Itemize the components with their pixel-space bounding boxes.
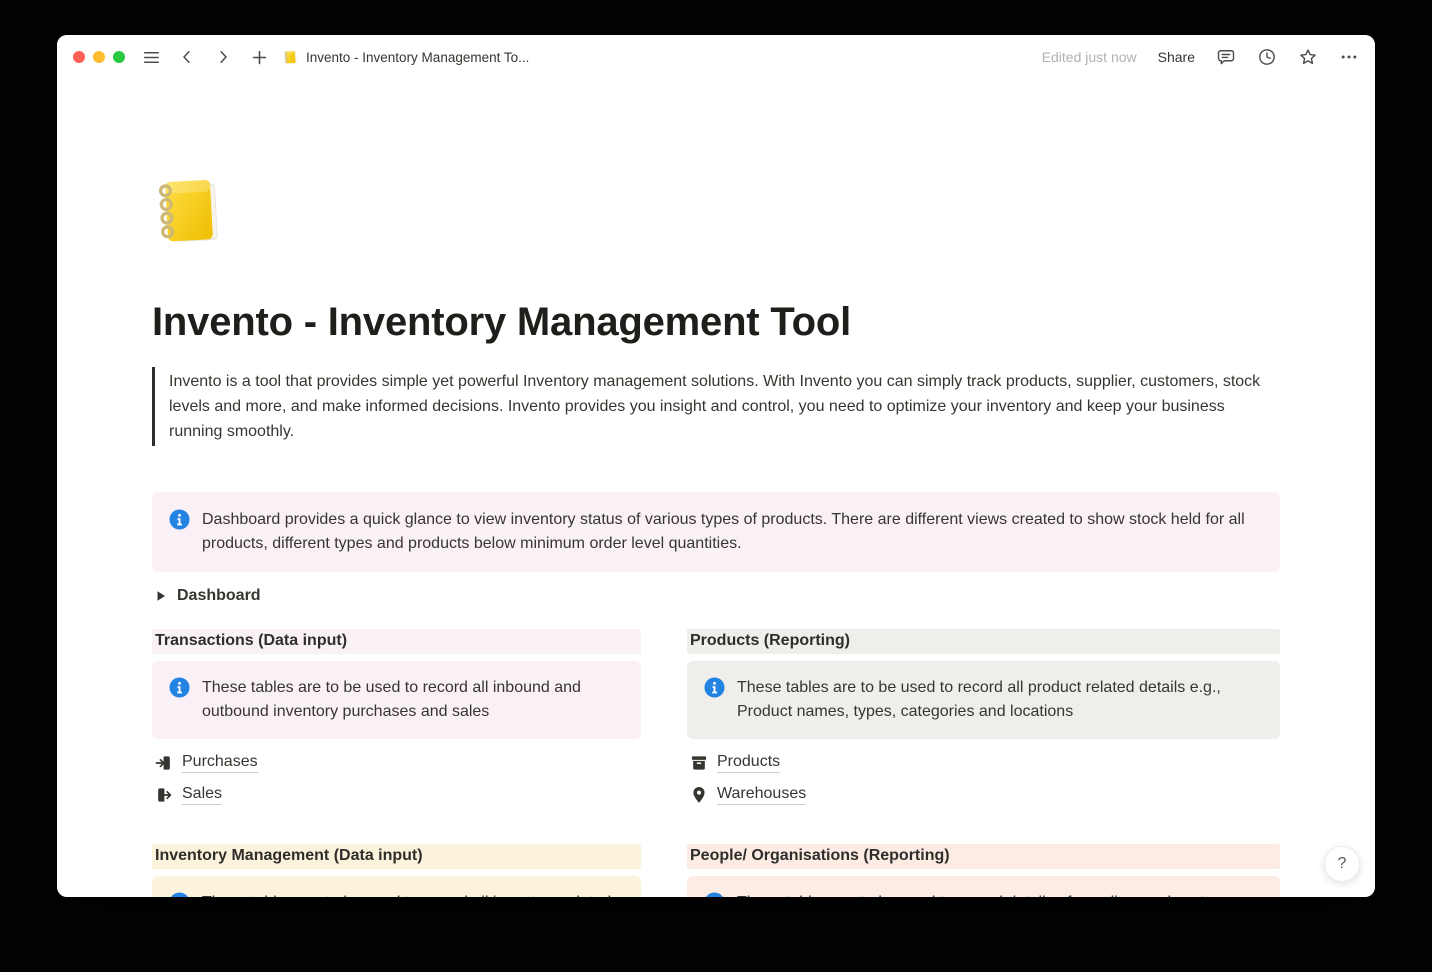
info-icon (704, 677, 725, 698)
page-link-warehouses[interactable]: Warehouses (687, 779, 1280, 811)
section-header-transactions: Transactions (Data input) (152, 629, 641, 654)
forward-chevron-icon[interactable] (213, 47, 233, 67)
dashboard-toggle-label: Dashboard (177, 587, 261, 605)
page-tab[interactable]: Invento - Inventory Management To... (283, 49, 529, 65)
archive-box-icon (689, 753, 709, 773)
traffic-lights (73, 51, 125, 63)
page-content: Invento - Inventory Management Tool Inve… (57, 79, 1375, 897)
people-organisations-callout: These tables are to be used to record de… (687, 876, 1280, 897)
comments-icon[interactable] (1216, 47, 1236, 67)
sidebar-toggle-icon[interactable] (141, 47, 161, 67)
page-link-sales[interactable]: Sales (152, 779, 641, 811)
edited-status: Edited just now (1042, 49, 1137, 65)
people-organisations-callout-text: These tables are to be used to record de… (737, 891, 1249, 897)
new-tab-plus-icon[interactable] (249, 47, 269, 67)
zoom-window-button[interactable] (113, 51, 125, 63)
back-chevron-icon[interactable] (177, 47, 197, 67)
share-button[interactable]: Share (1158, 49, 1195, 65)
favorite-star-icon[interactable] (1298, 47, 1318, 67)
more-options-ellipsis-icon[interactable] (1339, 47, 1359, 67)
section-header-people-organisations: People/ Organisations (Reporting) (687, 844, 1280, 869)
info-icon (704, 892, 725, 897)
dashboard-toggle[interactable]: Dashboard (152, 583, 1280, 609)
products-callout: These tables are to be used to record al… (687, 661, 1280, 739)
warehouses-link-label: Warehouses (717, 785, 806, 805)
updates-clock-icon[interactable] (1257, 47, 1277, 67)
products-link-label: Products (717, 753, 780, 773)
page-link-products[interactable]: Products (687, 747, 1280, 779)
minimize-window-button[interactable] (93, 51, 105, 63)
column-transactions: Transactions (Data input) These tables a… (152, 629, 641, 811)
help-button[interactable]: ? (1324, 846, 1360, 882)
dashboard-callout-text: Dashboard provides a quick glance to vie… (202, 508, 1264, 556)
column-people-organisations: People/ Organisations (Reporting) These … (687, 844, 1280, 897)
inventory-management-callout-text: These tables are to be used to record al… (202, 891, 625, 897)
transactions-callout: These tables are to be used to record al… (152, 661, 641, 739)
column-products: Products (Reporting) These tables are to… (687, 629, 1280, 811)
notion-app-window: Invento - Inventory Management To... Edi… (57, 35, 1375, 897)
info-icon (169, 677, 190, 698)
sales-link-label: Sales (182, 785, 222, 805)
inventory-management-callout: These tables are to be used to record al… (152, 876, 641, 897)
transactions-callout-text: These tables are to be used to record al… (202, 676, 625, 724)
tab-title: Invento - Inventory Management To... (306, 50, 529, 65)
products-callout-text: These tables are to be used to record al… (737, 676, 1264, 724)
page-title: Invento - Inventory Management Tool (152, 299, 1280, 345)
info-icon (169, 892, 190, 897)
purchases-link-label: Purchases (182, 753, 258, 773)
info-icon (169, 509, 190, 530)
location-pin-icon (689, 785, 709, 805)
page-notebook-icon[interactable] (152, 171, 230, 249)
intro-quote: Invento is a tool that provides simple y… (152, 367, 1280, 446)
toggle-triangle-icon[interactable] (156, 590, 166, 602)
page-link-purchases[interactable]: Purchases (152, 747, 641, 779)
column-inventory-management: Inventory Management (Data input) These … (152, 844, 641, 897)
window-toolbar: Invento - Inventory Management To... Edi… (57, 35, 1375, 79)
close-window-button[interactable] (73, 51, 85, 63)
enter-icon (154, 753, 174, 773)
exit-icon (154, 785, 174, 805)
section-header-products: Products (Reporting) (687, 629, 1280, 654)
section-header-inventory-management: Inventory Management (Data input) (152, 844, 641, 869)
tab-notebook-icon (283, 49, 299, 65)
dashboard-callout: Dashboard provides a quick glance to vie… (152, 492, 1280, 572)
